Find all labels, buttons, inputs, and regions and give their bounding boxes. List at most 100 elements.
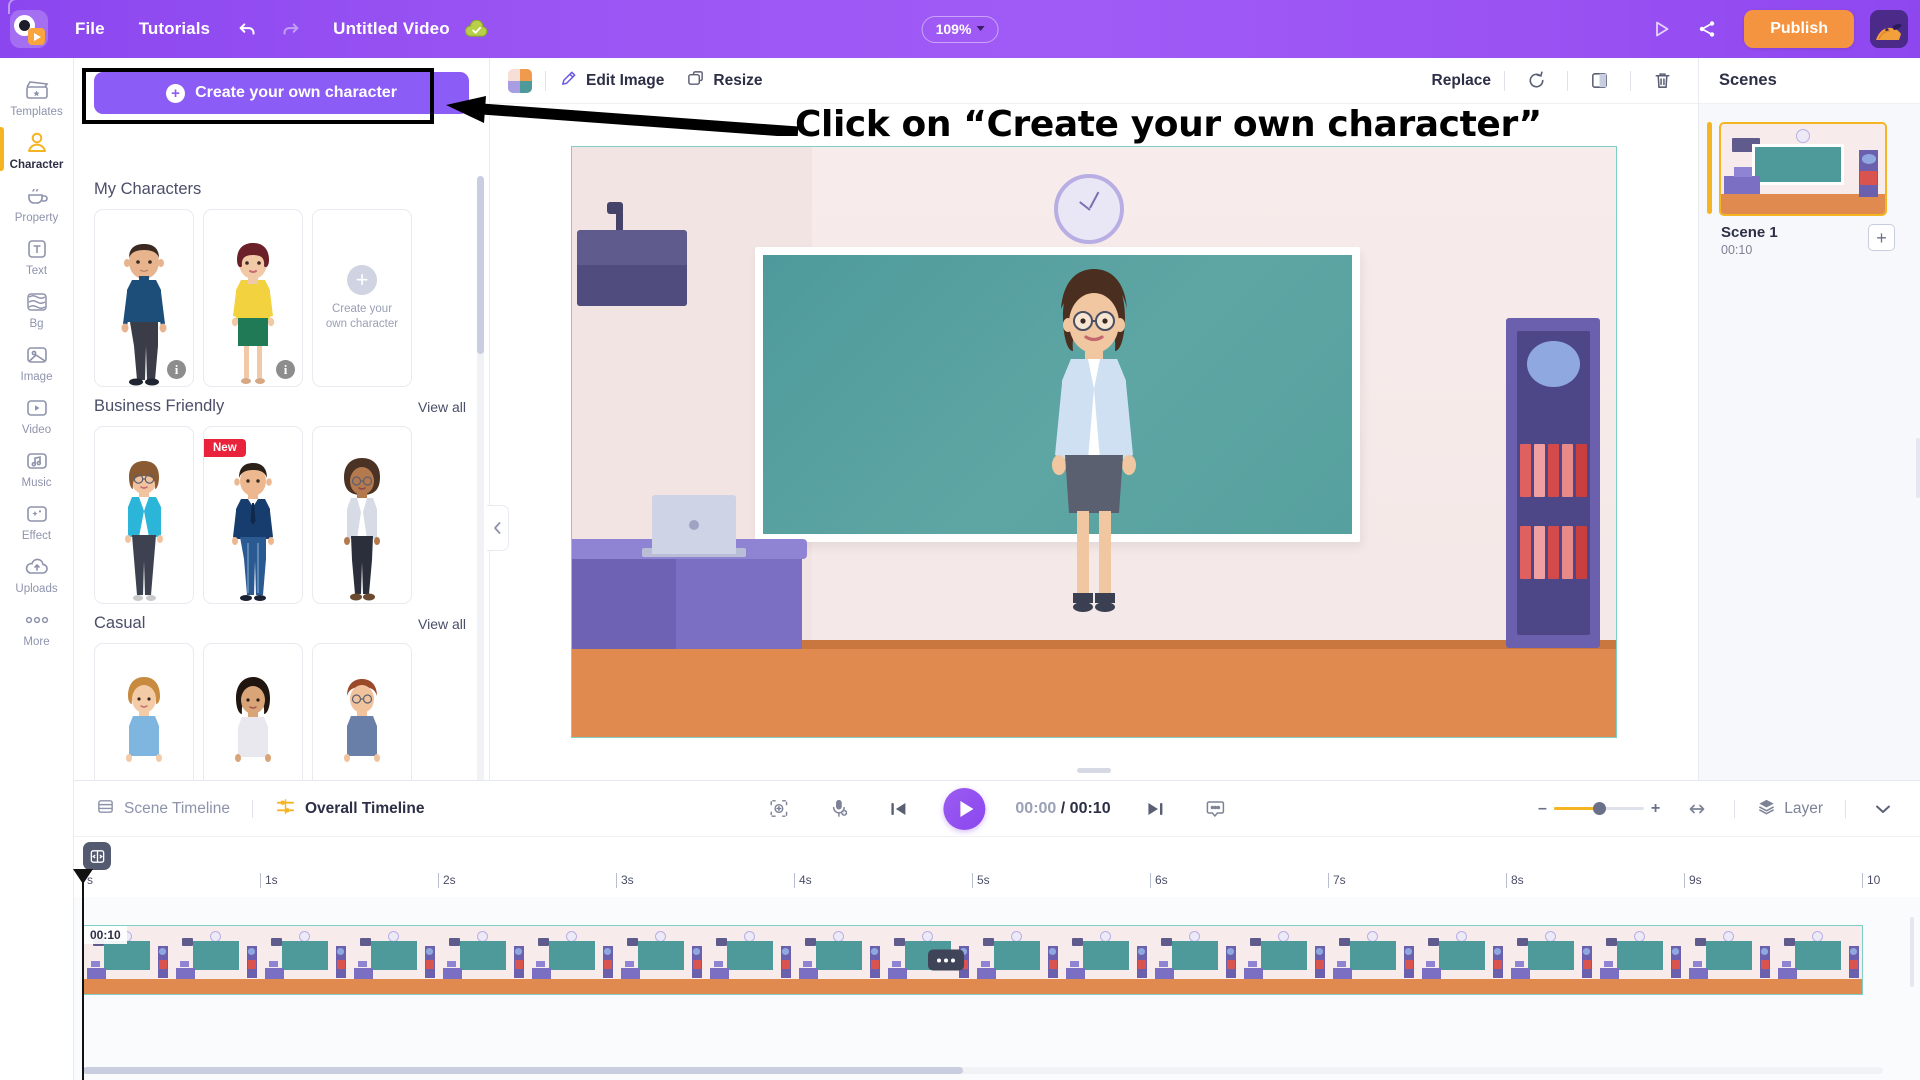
document-title[interactable]: Untitled Video [333, 19, 450, 39]
zoom-out-button[interactable]: – [1538, 800, 1547, 818]
trash-icon[interactable] [1644, 66, 1680, 96]
edit-image-button[interactable]: Edit Image [559, 69, 664, 93]
timeline-track-zone[interactable]: 00:10 [74, 897, 1920, 1080]
scene-canvas[interactable] [571, 146, 1617, 738]
clip-frame [1241, 926, 1330, 994]
caption-icon[interactable] [1201, 794, 1231, 824]
fit-to-screen-icon[interactable] [763, 794, 793, 824]
sidebar-item-more[interactable]: More [0, 600, 74, 653]
timeline-vscrollbar[interactable] [1910, 917, 1914, 987]
sidebar-item-templates[interactable]: Templates [0, 70, 74, 123]
character-card-create-new[interactable]: + Create your own character [312, 209, 412, 387]
zoom-level-dropdown[interactable]: 109% [921, 15, 999, 43]
clip-options-icon[interactable] [928, 949, 965, 971]
play-button[interactable] [943, 787, 986, 830]
character-card-female-yellow[interactable]: i [203, 209, 303, 387]
sidebar-item-bg[interactable]: Bg [0, 282, 74, 335]
ruler-tick-3: 3s [616, 873, 634, 888]
zoom-level-value: 109% [935, 20, 972, 37]
app-logo[interactable] [0, 0, 58, 58]
character-card-male-blue-suit[interactable]: New [203, 426, 303, 604]
sidebar-item-music[interactable]: Music [0, 441, 74, 494]
preview-play-icon[interactable] [1640, 8, 1682, 50]
scene-bookshelf[interactable] [1506, 318, 1601, 649]
scene-thumbnail-1[interactable] [1719, 122, 1887, 216]
text-icon [22, 236, 52, 262]
panel-scrollbar-thumb[interactable] [477, 176, 484, 354]
character-card-female-teal-cardigan[interactable] [94, 426, 194, 604]
scene-timeline-label: Scene Timeline [124, 799, 230, 817]
user-avatar[interactable] [1870, 10, 1908, 48]
menu-file[interactable]: File [58, 19, 122, 39]
section-title: Business Friendly [94, 397, 225, 415]
sidebar-item-character[interactable]: Character [0, 123, 74, 176]
sidebar-item-image[interactable]: Image [0, 335, 74, 388]
snap-icon[interactable] [83, 842, 111, 870]
effect-icon [22, 501, 52, 527]
character-card-female-grey-cardigan[interactable] [312, 426, 412, 604]
sidebar-item-effect[interactable]: Effect [0, 494, 74, 547]
view-all-casual[interactable]: View all [418, 616, 466, 632]
tab-scene-timeline[interactable]: Scene Timeline [96, 797, 230, 821]
character-card-male-navy[interactable]: i [94, 209, 194, 387]
toolbar-divider [1567, 70, 1568, 91]
more-icon [22, 607, 52, 633]
sidebar-item-property[interactable]: Property [0, 176, 74, 229]
skip-previous-icon[interactable] [883, 794, 913, 824]
zoom-slider-knob[interactable] [1593, 802, 1607, 815]
character-list-scroll[interactable]: My Characters i i + Create your own char… [74, 170, 490, 830]
character-info-icon[interactable]: i [167, 360, 186, 379]
sidebar-item-text[interactable]: Text [0, 229, 74, 282]
current-time: 00:00 [1015, 799, 1057, 817]
time-separator: / [1060, 799, 1066, 817]
timeline-hscrollbar-thumb[interactable] [83, 1067, 963, 1074]
ruler-tick-7: 7s [1328, 873, 1346, 888]
scene-books-row-1 [1519, 443, 1588, 497]
timeline-zoom-slider[interactable]: – + [1538, 800, 1660, 818]
undo-icon[interactable] [227, 8, 269, 50]
layer-button[interactable]: Layer [1757, 797, 1823, 821]
panel-collapse-button[interactable] [487, 505, 509, 551]
clip-frame [1419, 926, 1508, 994]
tab-overall-timeline[interactable]: Overall Timeline [275, 797, 424, 821]
timeline-clip-scene-1[interactable]: 00:10 [83, 925, 1863, 995]
create-card-label: Create your own character [326, 302, 398, 331]
color-swatch[interactable] [508, 68, 532, 93]
sidebar-item-uploads[interactable]: Uploads [0, 547, 74, 600]
flip-icon[interactable] [1581, 66, 1617, 96]
scene-active-indicator [1707, 122, 1712, 214]
skip-next-icon[interactable] [1141, 794, 1171, 824]
replace-button[interactable]: Replace [1432, 72, 1491, 90]
playhead[interactable] [82, 873, 84, 1080]
scene-clock[interactable] [1053, 173, 1124, 244]
redo-icon[interactable] [269, 8, 311, 50]
timeline-ruler[interactable]: s 1s 2s 3s 4s 5s 6s 7s 8s 9s 10 [74, 873, 1920, 895]
top-bar: File Tutorials Untitled Video 109% Publi… [0, 0, 1920, 58]
rotate-icon[interactable] [1518, 66, 1554, 96]
view-all-business-friendly[interactable]: View all [418, 399, 466, 415]
add-scene-button[interactable]: + [1868, 224, 1895, 251]
create-your-own-character-button[interactable]: + Create your own character [94, 72, 469, 114]
chevron-down-icon[interactable] [1868, 794, 1898, 824]
sidebar-item-video[interactable]: Video [0, 388, 74, 441]
microphone-add-icon[interactable] [823, 794, 853, 824]
clip-frame [1597, 926, 1686, 994]
share-icon[interactable] [1686, 8, 1728, 50]
fit-width-icon[interactable] [1682, 794, 1712, 824]
resize-button[interactable]: Resize [686, 69, 763, 93]
section-title: My Characters [94, 180, 202, 198]
scene-card-wrapper: Scene 1 00:10 + [1699, 104, 1920, 257]
scenes-scrollbar[interactable] [1916, 438, 1920, 498]
zoom-in-button[interactable]: + [1651, 800, 1660, 818]
zoom-slider-track[interactable] [1553, 802, 1644, 815]
logo-play-shape [28, 28, 45, 45]
scene-laptop[interactable] [652, 495, 736, 555]
ruler-tick-1: 1s [260, 873, 278, 888]
menu-tutorials[interactable]: Tutorials [122, 19, 227, 39]
scene-character-teacher[interactable] [1039, 259, 1149, 649]
sidebar-label-bg: Bg [29, 318, 44, 330]
publish-button[interactable]: Publish [1744, 10, 1854, 48]
canvas-resize-handle[interactable] [1077, 768, 1111, 773]
music-icon [22, 448, 52, 474]
character-info-icon[interactable]: i [276, 360, 295, 379]
